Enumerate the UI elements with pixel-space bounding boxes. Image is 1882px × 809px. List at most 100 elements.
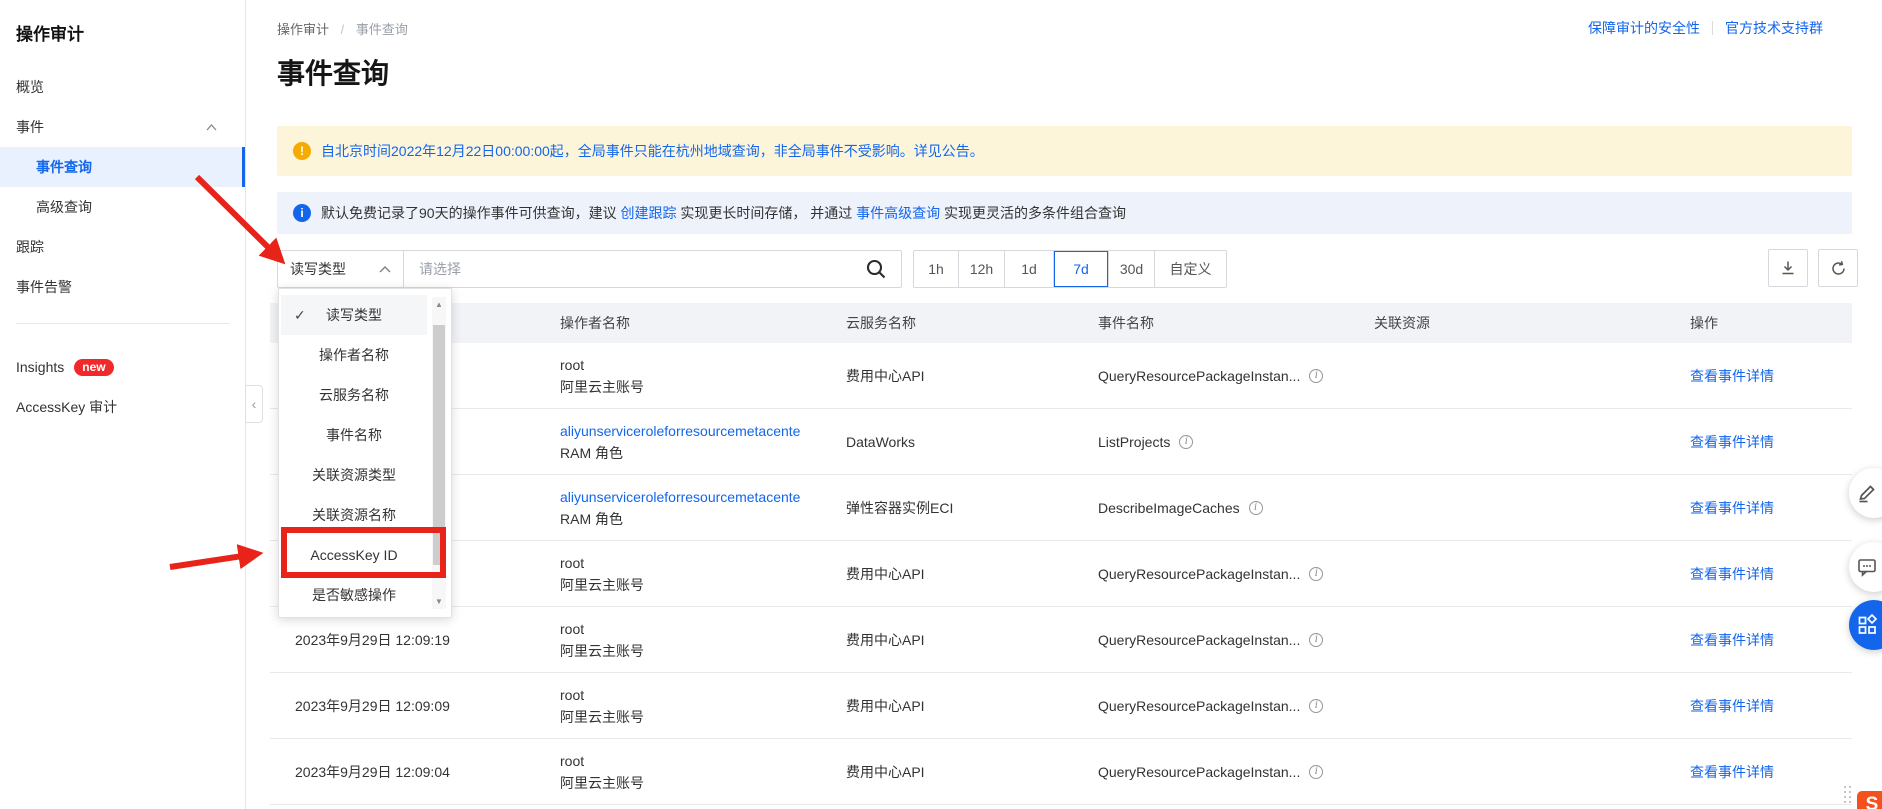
sidebar-divider: [16, 323, 230, 324]
sidebar-item[interactable]: 概览: [0, 67, 245, 107]
dropdown-item-label: 关联资源类型: [312, 467, 396, 483]
new-badge: new: [74, 358, 114, 376]
operator-name[interactable]: aliyunserviceroleforresourcemetacente: [560, 420, 800, 442]
view-event-detail-link[interactable]: 查看事件详情: [1690, 475, 1774, 540]
table-header: 事件时间操作者名称云服务名称事件名称关联资源操作: [270, 303, 1852, 343]
shapes-grid-icon: [1858, 614, 1878, 634]
sidebar-item[interactable]: 事件查询: [0, 147, 245, 187]
time-range-button[interactable]: 1h: [914, 251, 958, 287]
table-row: 2023年9月29日 12:09:26root阿里云主账号费用中心APIQuer…: [270, 541, 1852, 607]
operator-name: root: [560, 752, 585, 769]
info-icon[interactable]: i: [1309, 566, 1324, 581]
warning-banner-text: 自北京时间2022年12月22日00:00:00起，全局事件只能在杭州地域查询，…: [321, 143, 984, 159]
sidebar-item-label: 高级查询: [36, 199, 92, 215]
cell-service-name: 费用中心API: [846, 763, 925, 780]
operator-name[interactable]: aliyunserviceroleforresourcemetacente: [560, 486, 800, 508]
cell-operator: root 阿里云主账号: [560, 739, 838, 804]
info-icon[interactable]: i: [1309, 632, 1324, 647]
time-range-button[interactable]: 12h: [958, 251, 1004, 287]
sidebar-item[interactable]: Insights new: [0, 347, 245, 387]
download-button[interactable]: [1768, 249, 1808, 287]
event-name: DescribeImageCaches: [1098, 499, 1240, 516]
cell-service-name: 费用中心API: [846, 367, 925, 384]
breadcrumb-current: 事件查询: [355, 22, 408, 37]
dropdown-item[interactable]: AccessKey ID: [281, 535, 427, 575]
cell-service-name: 费用中心API: [846, 565, 925, 582]
event-name: QueryResourcePackageInstan...: [1098, 697, 1301, 714]
view-event-detail-link[interactable]: 查看事件详情: [1690, 739, 1774, 804]
view-event-detail-link[interactable]: 查看事件详情: [1690, 673, 1774, 738]
dropdown-item[interactable]: 操作者名称: [281, 335, 427, 375]
time-range-button[interactable]: 1d: [1004, 251, 1053, 287]
info-icon: i: [293, 204, 311, 222]
download-icon: [1780, 260, 1796, 276]
advanced-event-query-link[interactable]: 事件高级查询: [856, 205, 940, 221]
filter-dropdown: ✓ 读写类型 操作者名称 云服务名称 事件名称关联资源类型关联资源名称 AccessKey…: [278, 288, 452, 618]
operator-type: 阿里云主账号: [560, 642, 644, 659]
view-event-detail-link[interactable]: 查看事件详情: [1690, 409, 1774, 474]
sidebar-item-label: 事件: [16, 119, 44, 135]
event-name: QueryResourcePackageInstan...: [1098, 763, 1301, 780]
table-header-cell: 操作: [1690, 315, 1718, 331]
table-header-cell: 操作者名称: [560, 315, 630, 331]
search-icon: [865, 258, 887, 280]
page: 操作审计 概览 事件 事件查询 高级查询 跟踪 事件告警 Insights new Acces…: [0, 0, 1882, 809]
sidebar-item[interactable]: 高级查询: [0, 187, 245, 227]
scroll-up-icon[interactable]: ▲: [432, 300, 446, 309]
sidebar-item[interactable]: 事件告警: [0, 267, 245, 307]
cell-service-name: DataWorks: [846, 433, 915, 450]
operator-type: 阿里云主账号: [560, 708, 644, 725]
cell-operator: root 阿里云主账号: [560, 607, 838, 672]
scrollbar-thumb[interactable]: [433, 325, 445, 565]
dropdown-item[interactable]: 事件名称: [281, 415, 427, 455]
event-name: QueryResourcePackageInstan...: [1098, 367, 1301, 384]
search-button[interactable]: [851, 251, 901, 287]
cell-event-name: QueryResourcePackageInstan... i: [1098, 739, 1324, 804]
link-audit-security[interactable]: 保障审计的安全性: [1588, 18, 1700, 38]
refresh-button[interactable]: [1818, 249, 1858, 287]
view-event-detail-link[interactable]: 查看事件详情: [1690, 541, 1774, 606]
dropdown-item-label: 是否敏感操作: [312, 587, 396, 603]
info-banner-text: 默认免费记录了90天的操作事件可供查询，建议 创建跟踪 实现更长时间存储， 并通…: [321, 205, 1127, 221]
view-event-detail-link[interactable]: 查看事件详情: [1690, 607, 1774, 672]
dropdown-item[interactable]: ✓ 读写类型: [281, 295, 427, 335]
cell-event-name: QueryResourcePackageInstan... i: [1098, 673, 1324, 738]
scroll-down-icon[interactable]: ▼: [432, 597, 446, 606]
sidebar-collapse-handle[interactable]: ‹: [245, 385, 263, 423]
info-icon[interactable]: i: [1309, 368, 1324, 383]
dropdown-item[interactable]: 云服务名称: [281, 375, 427, 415]
table-row: 2023年9月29日 12:09:36aliyunserviceroleforr…: [270, 409, 1852, 475]
feedback-comment-button[interactable]: [1849, 542, 1882, 592]
filter-value-input[interactable]: [404, 251, 851, 287]
table-header-cell: 云服务名称: [846, 315, 916, 331]
dropdown-item[interactable]: 关联资源类型: [281, 455, 427, 495]
sidebar-item[interactable]: 跟踪: [0, 227, 245, 267]
breadcrumb-separator: /: [340, 22, 345, 37]
link-tech-support-group[interactable]: 官方技术支持群: [1725, 18, 1823, 38]
breadcrumb-root[interactable]: 操作审计: [277, 22, 329, 37]
warning-icon: !: [293, 142, 311, 160]
dropdown-item[interactable]: 是否敏感操作: [281, 575, 427, 615]
chevron-up-icon: [206, 124, 217, 131]
time-range-button[interactable]: 7d: [1053, 251, 1108, 287]
apps-grid-button[interactable]: [1849, 600, 1882, 650]
cell-event-name: QueryResourcePackageInstan... i: [1098, 541, 1324, 606]
info-icon[interactable]: i: [1309, 764, 1324, 779]
dropdown-scrollbar[interactable]: ▲ ▼: [432, 297, 446, 609]
cell-operator: root 阿里云主账号: [560, 673, 838, 738]
filter-type-select[interactable]: 读写类型: [278, 251, 404, 287]
sidebar-item[interactable]: 事件: [0, 107, 245, 147]
time-range-button[interactable]: 30d: [1108, 251, 1154, 287]
cell-event-name: ListProjects i: [1098, 409, 1194, 474]
feedback-edit-button[interactable]: [1849, 468, 1882, 518]
info-icon[interactable]: i: [1179, 434, 1194, 449]
create-trail-link[interactable]: 创建跟踪: [620, 205, 676, 221]
info-icon[interactable]: i: [1248, 500, 1263, 515]
check-icon: ✓: [294, 306, 306, 323]
sidebar-item[interactable]: AccessKey 审计: [0, 387, 245, 427]
time-range-button[interactable]: 自定义: [1154, 251, 1226, 287]
view-event-detail-link[interactable]: 查看事件详情: [1690, 343, 1774, 408]
dropdown-item[interactable]: 关联资源名称: [281, 495, 427, 535]
cell-service-name: 费用中心API: [846, 631, 925, 648]
info-icon[interactable]: i: [1309, 698, 1324, 713]
